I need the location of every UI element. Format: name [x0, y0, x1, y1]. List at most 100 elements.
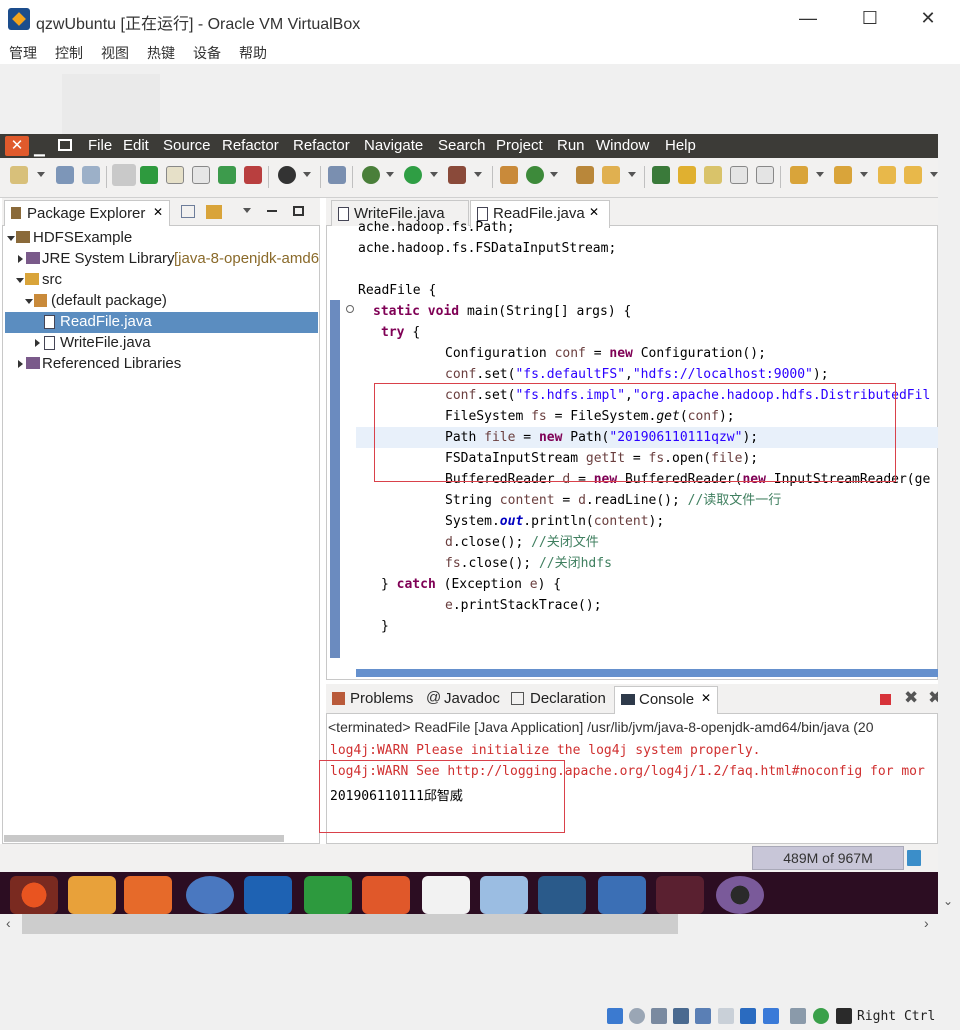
menu-source[interactable]: Source	[163, 137, 211, 154]
vbox-menu-devices[interactable]: 设备	[193, 43, 221, 63]
new-dropdown-icon[interactable]	[37, 172, 45, 177]
toggle-mark-icon[interactable]	[140, 166, 158, 184]
eclipse-close-button[interactable]: ✕	[5, 136, 29, 156]
tab-problems[interactable]: Problems	[350, 690, 413, 707]
ubuntu-logo-icon[interactable]	[10, 876, 58, 914]
vbox-menu-help[interactable]: 帮助	[239, 43, 267, 63]
debug-dropdown-icon[interactable]	[386, 172, 394, 177]
minimize-view-icon[interactable]	[267, 210, 277, 212]
javadoc-icon[interactable]	[166, 166, 184, 184]
wps-writer-icon[interactable]	[244, 876, 292, 914]
expand-arrow-icon[interactable]	[25, 299, 33, 304]
menu-refactor-2[interactable]: Refactor	[293, 137, 350, 154]
search-icon[interactable]	[652, 166, 670, 184]
tab-declaration[interactable]: Declaration	[530, 690, 606, 707]
new-class-dropdown-icon[interactable]	[550, 172, 558, 177]
expand-arrow-icon[interactable]	[18, 255, 23, 263]
link-with-editor-icon[interactable]	[206, 205, 222, 219]
next-edit-dropdown-icon[interactable]	[816, 172, 824, 177]
network-icon[interactable]	[673, 1008, 689, 1024]
tab-package-explorer[interactable]: Package Explorer ✕	[4, 200, 170, 226]
menu-refactor[interactable]: Refactor	[222, 137, 279, 154]
profile-icon[interactable]	[278, 166, 296, 184]
package-explorer-hscroll[interactable]	[4, 835, 284, 842]
previous-edit-icon[interactable]	[834, 166, 852, 184]
editor-hscroll-thumb[interactable]	[356, 669, 938, 677]
tree-item-hdfsexample[interactable]: HDFSExample	[33, 229, 132, 246]
previous-edit-dropdown-icon[interactable]	[860, 172, 868, 177]
usb-icon[interactable]	[695, 1008, 711, 1024]
expand-arrow-icon[interactable]	[35, 339, 40, 347]
audio-icon[interactable]	[651, 1008, 667, 1024]
new-class-icon[interactable]	[526, 166, 544, 184]
back-arrow-icon[interactable]	[904, 166, 922, 184]
menu-run[interactable]: Run	[557, 137, 585, 154]
next-edit-icon[interactable]	[790, 166, 808, 184]
menu-navigate[interactable]: Navigate	[364, 137, 423, 154]
cpu-icon[interactable]	[790, 1008, 806, 1024]
software-center-icon[interactable]	[422, 876, 470, 914]
new-java-project-icon[interactable]	[500, 166, 518, 184]
vt-x-icon[interactable]	[813, 1008, 829, 1024]
menu-help[interactable]: Help	[665, 137, 696, 154]
menu-search[interactable]: Search	[438, 137, 486, 154]
menu-edit[interactable]: Edit	[123, 137, 149, 154]
view-menu-icon[interactable]	[243, 208, 251, 213]
coverage-dropdown-icon[interactable]	[474, 172, 482, 177]
external-tools-icon[interactable]	[218, 166, 236, 184]
maximize-button[interactable]: ☐	[858, 8, 882, 30]
close-tab-icon[interactable]: ✕	[589, 205, 599, 219]
optical-drive-icon[interactable]	[629, 1008, 645, 1024]
maximize-view-icon[interactable]	[293, 206, 304, 216]
open-type-icon[interactable]	[576, 166, 594, 184]
vbox-menu-hotkey[interactable]: 热键	[147, 43, 175, 63]
tab-javadoc[interactable]: Javadoc	[444, 690, 500, 707]
vbox-vertical-scrollbar[interactable]	[938, 134, 960, 914]
tree-item-default-package[interactable]: (default package)	[51, 292, 167, 309]
vbox-menu-view[interactable]: 视图	[101, 43, 129, 63]
firefox-icon[interactable]	[124, 876, 172, 914]
vscode-icon[interactable]	[538, 876, 586, 914]
tab-console[interactable]: Console ✕	[614, 686, 718, 714]
hard-disk-icon[interactable]	[607, 1008, 623, 1024]
mark-occurrences-icon[interactable]	[678, 166, 696, 184]
back-icon[interactable]	[878, 166, 896, 184]
collapse-all-icon[interactable]	[181, 205, 195, 218]
menu-window[interactable]: Window	[596, 137, 649, 154]
terminate-icon[interactable]	[880, 694, 891, 705]
open-task-icon[interactable]	[602, 166, 620, 184]
profile-dropdown-icon[interactable]	[303, 172, 311, 177]
save-icon[interactable]	[56, 166, 74, 184]
tree-item-jre-system-library[interactable]: JRE System Library	[42, 250, 175, 267]
scroll-down-arrow-icon[interactable]: ⌄	[943, 894, 953, 908]
files-icon[interactable]	[68, 876, 116, 914]
show-whitespace-icon[interactable]	[730, 166, 748, 184]
paragraph-icon[interactable]	[756, 166, 774, 184]
heap-status[interactable]: 489M of 967M	[752, 846, 904, 870]
garbage-collect-icon[interactable]	[907, 850, 921, 866]
menu-file[interactable]: File	[88, 137, 112, 154]
display-icon[interactable]	[740, 1008, 756, 1024]
coverage-icon[interactable]	[448, 166, 466, 184]
menu-project[interactable]: Project	[496, 137, 543, 154]
tree-item-writefile-java[interactable]: WriteFile.java	[60, 334, 151, 351]
remove-launch-icon[interactable]: ✖	[904, 688, 918, 708]
vbox-hscroll-thumb[interactable]	[22, 914, 678, 934]
new-icon[interactable]	[10, 166, 28, 184]
tree-item-readfile-java[interactable]: ReadFile.java	[60, 313, 152, 330]
scroll-left-arrow-icon[interactable]: ‹	[6, 915, 11, 931]
expand-arrow-icon[interactable]	[16, 278, 24, 283]
close-tab-icon[interactable]: ✕	[153, 205, 163, 219]
run-dropdown-icon[interactable]	[430, 172, 438, 177]
minimize-button[interactable]: —	[796, 8, 820, 30]
wps-spreadsheet-icon[interactable]	[304, 876, 352, 914]
mouse-integration-icon[interactable]	[836, 1008, 852, 1024]
recording-icon[interactable]	[763, 1008, 779, 1024]
toggle-breadcrumb-icon[interactable]	[112, 164, 136, 186]
shared-folder-icon[interactable]	[718, 1008, 734, 1024]
expand-arrow-icon[interactable]	[7, 236, 15, 241]
tree-item-referenced-libraries[interactable]: Referenced Libraries	[42, 355, 181, 372]
window-app-icon[interactable]	[598, 876, 646, 914]
next-annotation-icon[interactable]	[704, 166, 722, 184]
eclipse-maximize-button[interactable]	[58, 139, 72, 151]
